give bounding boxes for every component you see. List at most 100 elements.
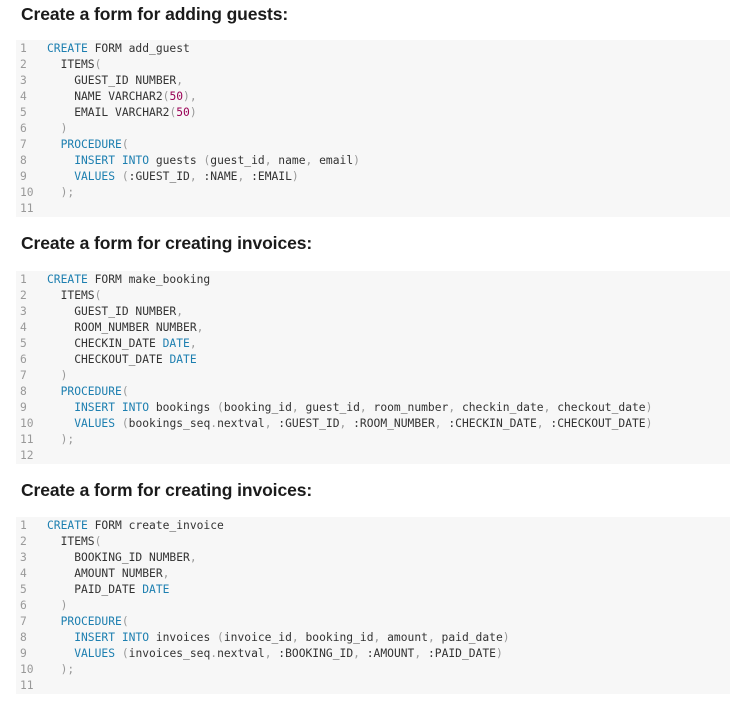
line-number: 9 xyxy=(20,401,27,414)
code-token-pun: ) xyxy=(645,401,653,414)
code-text: PROCEDURE( xyxy=(47,614,129,630)
code-token-txt: CHECKIN_DATE xyxy=(47,337,163,350)
code-line: 1 CREATE FORM create_invoice xyxy=(16,518,730,534)
code-token-pun: , xyxy=(434,417,442,430)
code-token-txt: invoice_id xyxy=(223,631,292,644)
code-token-pun: , xyxy=(291,401,299,414)
code-token-pun: ) xyxy=(291,170,299,183)
code-token-txt: invoices_seq xyxy=(128,647,211,660)
code-line: 7 PROCEDURE( xyxy=(16,614,730,630)
code-token-txt: checkin_date xyxy=(455,401,544,414)
code-token-txt: NAME VARCHAR2 xyxy=(47,90,163,103)
code-token-txt: BOOKING_ID NUMBER xyxy=(47,551,190,564)
code-token-pun: , xyxy=(176,74,184,87)
code-token-txt: :PAID_DATE xyxy=(421,647,496,660)
code-token-pun: ) xyxy=(47,369,68,382)
code-token-kw: DATE xyxy=(142,583,170,596)
line-number: 5 xyxy=(20,583,27,596)
line-number: 6 xyxy=(20,353,27,366)
code-token-pun: ( xyxy=(121,385,129,398)
code-line: 12 xyxy=(16,448,730,464)
code-token-txt: guest_id xyxy=(298,401,360,414)
code-block-add-guest: 1 CREATE FORM add_guest 2 ITEMS(3 GUEST_ID… xyxy=(16,40,730,217)
section-heading-create-invoice: Create a form for creating invoices: xyxy=(21,480,313,500)
section-heading-add-guests: Create a form for adding guests: xyxy=(21,4,289,24)
code-token-pun: ( xyxy=(94,535,102,548)
code-line: 9 INSERT INTO bookings (booking_id, gues… xyxy=(16,400,730,416)
code-token-pun: , xyxy=(536,417,544,430)
code-block-make-booking: 1 CREATE FORM make_booking 2 ITEMS(3 GUEST… xyxy=(16,271,730,464)
code-token-txt: FORM create_invoice xyxy=(87,519,224,532)
code-token-kw: CREATE xyxy=(47,273,88,286)
code-line: 4 ROOM_NUMBER NUMBER, xyxy=(16,320,730,336)
code-token-kw: DATE xyxy=(162,337,190,350)
code-text: PROCEDURE( xyxy=(47,384,129,400)
line-number: 3 xyxy=(20,74,27,87)
code-token-txt: :ROOM_NUMBER xyxy=(346,417,435,430)
code-token-txt: booking_id xyxy=(298,631,374,644)
code-token-txt: invoices xyxy=(149,631,218,644)
code-token-txt: ROOM_NUMBER NUMBER xyxy=(47,321,197,334)
line-number: 12 xyxy=(20,449,34,462)
code-block-create-invoice: 1 CREATE FORM create_invoice 2 ITEMS(3 BOO… xyxy=(16,517,730,694)
line-number: 2 xyxy=(20,535,27,548)
line-number: 3 xyxy=(20,305,27,318)
code-line: 1 CREATE FORM make_booking xyxy=(16,272,730,288)
code-text: CREATE FORM make_booking xyxy=(47,272,210,288)
code-token-kw: INSERT INTO xyxy=(47,631,150,644)
code-token-kw: CREATE xyxy=(47,42,88,55)
code-token-txt: :EMAIL xyxy=(244,170,292,183)
code-token-txt: guests xyxy=(149,154,204,167)
code-token-kw: VALUES xyxy=(47,170,116,183)
code-line: 2 ITEMS( xyxy=(16,57,730,73)
code-token-pun: ) xyxy=(47,122,68,135)
code-text: BOOKING_ID NUMBER, xyxy=(47,550,197,566)
code-token-txt: GUEST_ID NUMBER xyxy=(47,305,177,318)
code-token-kw: INSERT INTO xyxy=(47,154,150,167)
code-token-pun: ) xyxy=(189,106,197,119)
line-number: 1 xyxy=(20,519,27,532)
code-line: 5 PAID_DATE DATE xyxy=(16,582,730,598)
line-number: 6 xyxy=(20,122,27,135)
line-number: 5 xyxy=(20,337,27,350)
line-number: 11 xyxy=(20,679,34,692)
code-token-pun: , xyxy=(427,631,435,644)
code-token-pun: , xyxy=(353,647,360,660)
code-line: 2 ITEMS( xyxy=(16,288,730,304)
line-number: 6 xyxy=(20,599,27,612)
code-token-txt: FORM make_booking xyxy=(87,273,211,286)
code-token-pun: , xyxy=(189,170,197,183)
code-token-txt: :GUEST_ID xyxy=(128,170,190,183)
code-text: PROCEDURE( xyxy=(47,137,129,153)
code-token-txt: :NAME xyxy=(196,170,238,183)
code-line: 5 CHECKIN_DATE DATE, xyxy=(16,336,730,352)
code-line: 10 ); xyxy=(16,662,730,678)
code-token-txt: EMAIL VARCHAR2 xyxy=(47,106,170,119)
code-token-pun: ( xyxy=(94,289,102,302)
code-token-pun: , xyxy=(162,567,170,580)
code-token-kw: CREATE xyxy=(47,519,88,532)
code-text: VALUES (:GUEST_ID, :NAME, :EMAIL) xyxy=(47,169,299,185)
line-number: 10 xyxy=(20,417,34,430)
code-text: VALUES (bookings_seq.nextval, :GUEST_ID,… xyxy=(47,416,652,432)
code-text: CHECKOUT_DATE DATE xyxy=(47,352,196,368)
code-token-pun: ); xyxy=(47,433,75,446)
code-token-pun: ( xyxy=(121,647,129,660)
code-token-txt: nextval xyxy=(217,417,265,430)
code-token-pun: ), xyxy=(183,90,197,103)
code-text: NAME VARCHAR2(50), xyxy=(47,89,197,105)
code-token-pun: ( xyxy=(94,58,102,71)
code-text: GUEST_ID NUMBER, xyxy=(47,304,183,320)
code-token-pun: , xyxy=(189,551,197,564)
code-token-pun: ) xyxy=(645,417,653,430)
code-token-pun: ( xyxy=(121,170,129,183)
code-token-txt: PAID_DATE xyxy=(47,583,143,596)
code-line: 7 ) xyxy=(16,368,730,384)
code-token-txt: :CHECKIN_DATE xyxy=(441,417,537,430)
code-line: 5 EMAIL VARCHAR2(50) xyxy=(16,105,730,121)
code-line: 4 AMOUNT NUMBER, xyxy=(16,566,730,582)
code-line: 8 INSERT INTO guests (guest_id, name, em… xyxy=(16,153,730,169)
code-line: 10 ); xyxy=(16,185,730,201)
code-line: 3 GUEST_ID NUMBER, xyxy=(16,304,730,320)
